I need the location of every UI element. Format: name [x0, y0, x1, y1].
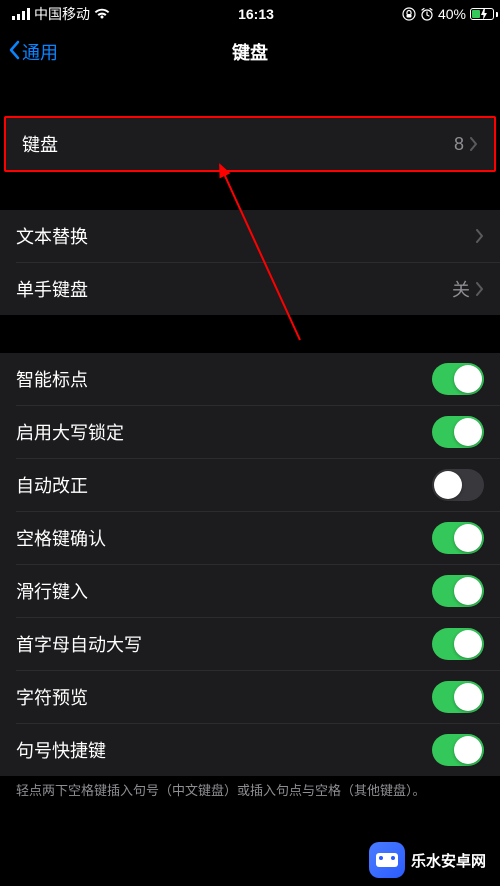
auto-capitalization-label: 首字母自动大写	[16, 631, 142, 657]
period-shortcut-label: 句号快捷键	[16, 737, 106, 763]
keyboards-label: 键盘	[22, 131, 58, 157]
status-bar: 中国移动 16:13 40%	[0, 0, 500, 28]
toggle-knob	[454, 736, 482, 764]
watermark-text: 乐水安卓网	[411, 850, 486, 871]
auto-correction-label: 自动改正	[16, 472, 88, 498]
caps-lock-label: 启用大写锁定	[16, 419, 124, 445]
signal-icon	[12, 8, 30, 20]
one-handed-value: 关	[452, 276, 470, 302]
smart-punctuation-cell: 智能标点	[0, 353, 500, 405]
battery-icon	[470, 8, 488, 20]
page-title: 键盘	[232, 39, 268, 65]
smart-punctuation-toggle[interactable]	[432, 363, 484, 395]
text-replacement-cell[interactable]: 文本替换	[0, 210, 500, 262]
space-confirm-label: 空格键确认	[16, 525, 106, 551]
slide-to-type-cell: 滑行键入	[0, 565, 500, 617]
toggle-knob	[454, 577, 482, 605]
battery-fill	[472, 10, 480, 18]
toggle-knob	[454, 418, 482, 446]
toggle-knob	[454, 524, 482, 552]
chevron-right-icon	[476, 229, 484, 243]
orientation-lock-icon	[402, 7, 416, 21]
toggle-knob	[454, 683, 482, 711]
nav-bar: 通用 键盘	[0, 28, 500, 76]
space-confirm-toggle[interactable]	[432, 522, 484, 554]
watermark-logo-icon	[369, 842, 405, 878]
watermark: 乐水安卓网	[365, 840, 490, 880]
toggles-group: 智能标点启用大写锁定自动改正空格键确认滑行键入首字母自动大写字符预览句号快捷键	[0, 353, 500, 776]
auto-correction-toggle[interactable]	[432, 469, 484, 501]
alarm-icon	[420, 7, 434, 21]
space-confirm-cell: 空格键确认	[0, 512, 500, 564]
auto-capitalization-toggle[interactable]	[432, 628, 484, 660]
auto-capitalization-cell: 首字母自动大写	[0, 618, 500, 670]
chevron-right-icon	[476, 282, 484, 296]
auto-correction-cell: 自动改正	[0, 459, 500, 511]
period-shortcut-cell: 句号快捷键	[0, 724, 500, 776]
slide-to-type-label: 滑行键入	[16, 578, 88, 604]
toggle-knob	[434, 471, 462, 499]
status-time: 16:13	[238, 6, 274, 22]
character-preview-toggle[interactable]	[432, 681, 484, 713]
toggle-knob	[454, 365, 482, 393]
period-shortcut-toggle[interactable]	[432, 734, 484, 766]
character-preview-label: 字符预览	[16, 684, 88, 710]
keyboards-count: 8	[454, 134, 464, 155]
back-button[interactable]: 通用	[8, 39, 58, 65]
keyboards-cell[interactable]: 键盘 8	[6, 118, 494, 170]
status-left: 中国移动	[12, 4, 110, 24]
toggle-knob	[454, 630, 482, 658]
chevron-right-icon	[470, 137, 478, 151]
footer-description: 轻点两下空格键插入句号（中文键盘）或插入句点与空格（其他键盘）。	[0, 776, 500, 806]
slide-to-type-toggle[interactable]	[432, 575, 484, 607]
highlight-annotation: 键盘 8	[4, 116, 496, 172]
battery-percent: 40%	[438, 6, 466, 22]
back-label: 通用	[22, 39, 58, 65]
character-preview-cell: 字符预览	[0, 671, 500, 723]
one-handed-label: 单手键盘	[16, 276, 88, 302]
one-handed-keyboard-cell[interactable]: 单手键盘 关	[0, 263, 500, 315]
chevron-left-icon	[8, 40, 20, 65]
caps-lock-cell: 启用大写锁定	[0, 406, 500, 458]
caps-lock-toggle[interactable]	[432, 416, 484, 448]
wifi-icon	[94, 8, 110, 20]
smart-punctuation-label: 智能标点	[16, 366, 88, 392]
status-right: 40%	[402, 6, 488, 22]
text-replacement-label: 文本替换	[16, 223, 88, 249]
carrier-label: 中国移动	[34, 4, 90, 24]
text-group: 文本替换 单手键盘 关	[0, 210, 500, 315]
